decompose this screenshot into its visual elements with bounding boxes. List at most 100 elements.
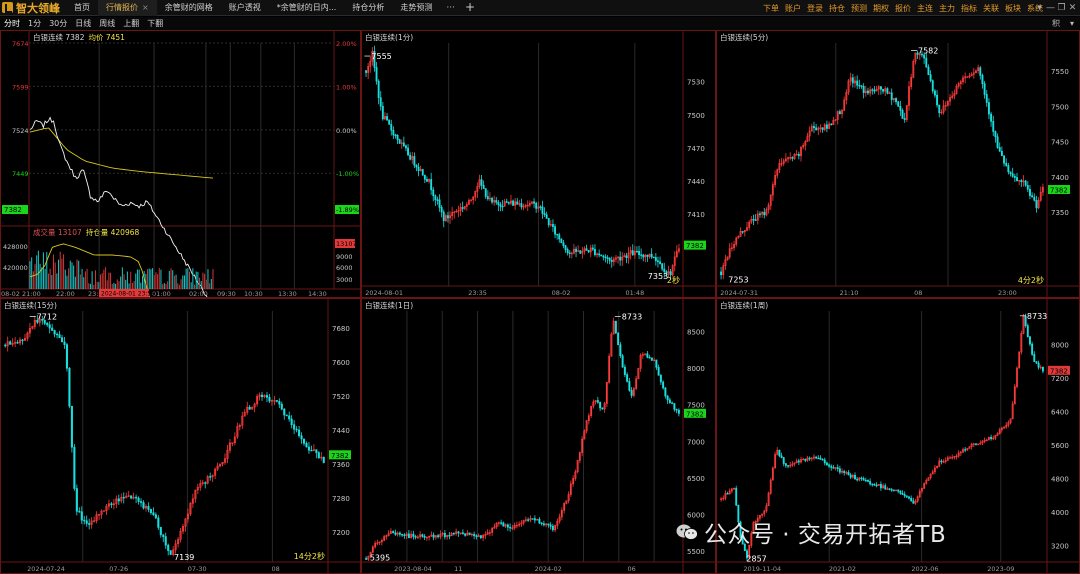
candle-body [497,202,500,205]
menu-item-0[interactable]: 下单 [760,3,782,14]
candle-body [925,57,928,68]
candle-body [117,498,120,502]
period-button-5[interactable]: 上翻 [119,18,143,29]
menu-item-9[interactable]: 指标 [958,3,980,14]
menu-item-7[interactable]: 主连 [914,3,936,14]
menu-item-5[interactable]: 期权 [870,3,892,14]
close-window-icon[interactable]: ✕ [1067,3,1078,13]
tab-6[interactable]: 走势预测 [392,0,440,16]
candle-body [626,374,629,382]
period-button-1[interactable]: 1分 [24,18,45,29]
menu-item-11[interactable]: 板块 [1002,3,1024,14]
candle-body [604,256,607,259]
candle-body [68,367,71,407]
candle-body [130,495,133,499]
candle-body [413,156,416,166]
candle-body [657,260,659,263]
candle-body [423,536,426,538]
tab-2[interactable]: 余管财的网格 [157,0,221,16]
candle-body [864,479,867,482]
minimize-icon[interactable]: — [1045,3,1056,13]
candle-body [562,242,565,246]
vol-right-label: 3000 [336,276,353,284]
candle-body [412,533,415,537]
menu-item-4[interactable]: 预测 [848,3,870,14]
chart-1min-panel[interactable]: 白银连续(1分) 7530 7500 7470 7440 7410 7382 2024-08-… [361,30,716,298]
candle-body [315,449,318,453]
period-button-2[interactable]: 30分 [45,18,71,29]
x-tick-label: 22:00 [56,290,75,297]
candle-body [543,213,546,215]
candle-body [940,460,943,463]
candle-body [403,534,406,536]
candle-body [655,359,658,368]
candle-body [782,457,785,464]
y-tick-label: 7000 [687,438,705,446]
candle-body [162,534,165,537]
menu-item-1[interactable]: 账户 [782,3,804,14]
candle-body [873,89,876,92]
candle-body [1011,173,1014,177]
tab-1[interactable]: 行情报价 × [98,0,157,16]
toolbar-right-item-0[interactable]: 积 [1052,18,1060,29]
tab-5[interactable]: 持仓分析 [344,0,392,16]
candle-body [843,470,846,474]
intraday-panel[interactable]: 白银连续 7382 均价 7451 成交量 13107 持仓量 420968 7674 7… [0,30,361,298]
candle-body [892,489,895,492]
candle-body [879,86,882,90]
add-tab-button[interactable]: + [461,0,479,16]
candle-body [638,250,640,256]
tab-4[interactable]: *余管财的日内... [269,0,345,16]
period-button-0[interactable]: 分时 [0,18,24,29]
y-tick-label: 7470 [687,145,705,153]
x-tick-label: 21:10 [840,289,859,297]
tab-label: 首页 [74,2,90,12]
candle-body [1033,196,1036,201]
dropdown-icon[interactable]: ▾ [1034,3,1045,13]
y-left-label: 7599 [12,83,29,91]
menu-item-8[interactable]: 主力 [936,3,958,14]
chart-15min-panel[interactable]: 白银连续(15分) 7680 7600 7520 7440 7382 7360 7280 720… [0,298,361,574]
tab-0[interactable]: 首页 [66,0,98,16]
menu-item-10[interactable]: 关联 [980,3,1002,14]
menu-item-6[interactable]: 报价 [892,3,914,14]
menu-item-2[interactable]: 登录 [804,3,826,14]
candle-body [815,456,818,459]
wechat-icon [676,524,698,540]
candle-body [137,497,140,502]
candle-body [602,255,605,258]
chart-5min-panel[interactable]: 白银连续(5分) 7550 7500 7450 7400 7382 7350 2024-07-… [716,30,1080,298]
tab-3[interactable]: 账户透视 [221,0,269,16]
period-button-3[interactable]: 日线 [71,18,95,29]
candle-body [1037,362,1040,368]
candle-body [1005,162,1008,166]
x-tick-label: 07-30 [188,565,207,573]
period-button-4[interactable]: 周线 [95,18,119,29]
x-tick-label: 11 [454,565,462,573]
candle-body [545,214,548,219]
more-tabs-button[interactable]: ··· [440,0,461,16]
chart-daily-panel[interactable]: 白银连续(1日) 8500 8000 7500 7382 7000 6500 6000 5500… [361,298,716,574]
period-button-6[interactable]: 下翻 [143,18,167,29]
candle-body [879,483,882,489]
candle-body [506,524,509,528]
candle-body [421,534,424,537]
candle-body [650,357,653,361]
candle-body [547,523,550,526]
candle-body [975,443,977,445]
close-icon[interactable]: × [142,3,149,12]
candle-body [278,401,281,405]
toolbar-right-item-1[interactable]: ▾ [1070,19,1074,28]
candle-body [614,320,617,334]
candle-body [430,179,433,191]
restore-icon[interactable]: ❐ [1056,3,1067,13]
candle-body [365,70,367,73]
tab-label: 账户透视 [228,2,261,12]
vol-left-label: 428000 [3,243,28,251]
candle-body [858,84,861,87]
candle-body [741,231,744,233]
candle-body [901,492,904,495]
candle-body [1033,354,1036,362]
candle-body [533,518,536,521]
menu-item-3[interactable]: 持仓 [826,3,848,14]
